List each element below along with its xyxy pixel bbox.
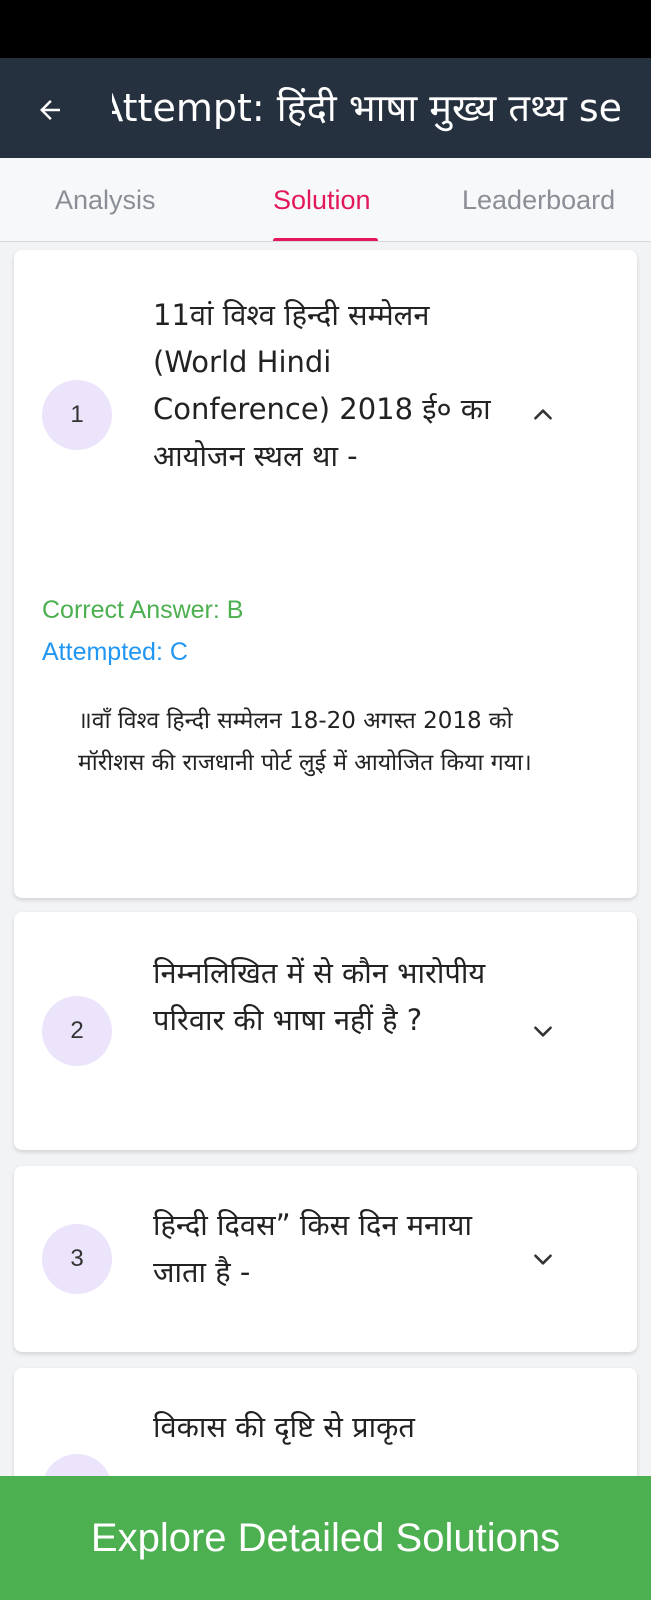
collapse-toggle[interactable] (528, 400, 558, 430)
chevron-down-icon (534, 1254, 552, 1265)
question-text: निम्नलिखित में से कौन भारोपीय परिवार की … (153, 956, 486, 1037)
tab-leaderboard[interactable]: Leaderboard (462, 158, 615, 241)
question-text: विकास की दृष्टि से प्राकृत (153, 1410, 415, 1444)
back-button[interactable] (24, 84, 76, 136)
page-title-container: Attempt: हिंदी भाषा मुख्य तथ्य se (112, 82, 622, 134)
question-card-2[interactable]: 2 निम्नलिखित में से कौन भारोपीय परिवार क… (14, 912, 637, 1150)
page-title: Attempt: हिंदी भाषा मुख्य तथ्य se (112, 86, 622, 130)
attempted-answer: Attempted: C (42, 638, 188, 666)
explore-solutions-button[interactable]: Explore Detailed Solutions (0, 1476, 651, 1600)
question-number: 1 (42, 380, 112, 450)
correct-answer: Correct Answer: B (42, 596, 244, 624)
question-card-3[interactable]: 3 हिन्दी दिवस” किस दिन मनाया जाता है - (14, 1166, 637, 1352)
solution-explanation: ॥वाँ विश्व हिन्दी सम्मेलन 18-20 अगस्त 20… (78, 708, 532, 776)
status-bar (0, 0, 651, 58)
question-text: हिन्दी दिवस” किस दिन मनाया जाता है - (153, 1208, 472, 1289)
tab-solution[interactable]: Solution (273, 158, 371, 241)
expand-toggle[interactable] (528, 1016, 558, 1046)
question-number: 2 (42, 996, 112, 1066)
question-text: 11वां विश्व हिन्दी सम्मेलन (World Hindi … (153, 298, 491, 473)
expand-toggle[interactable] (528, 1244, 558, 1274)
tab-bar: Analysis Solution Leaderboard (0, 158, 651, 242)
explore-solutions-label: Explore Detailed Solutions (90, 1515, 561, 1560)
question-card-1: 1 11वां विश्व हिन्दी सम्मेलन (World Hind… (14, 250, 637, 898)
arrow-left-icon (40, 100, 60, 120)
chevron-down-icon (534, 1026, 552, 1037)
chevron-up-icon (534, 409, 552, 420)
question-number: 3 (42, 1224, 112, 1294)
app-bar: Attempt: हिंदी भाषा मुख्य तथ्य se (0, 58, 651, 158)
tab-analysis[interactable]: Analysis (55, 158, 156, 241)
active-tab-indicator (273, 238, 378, 241)
